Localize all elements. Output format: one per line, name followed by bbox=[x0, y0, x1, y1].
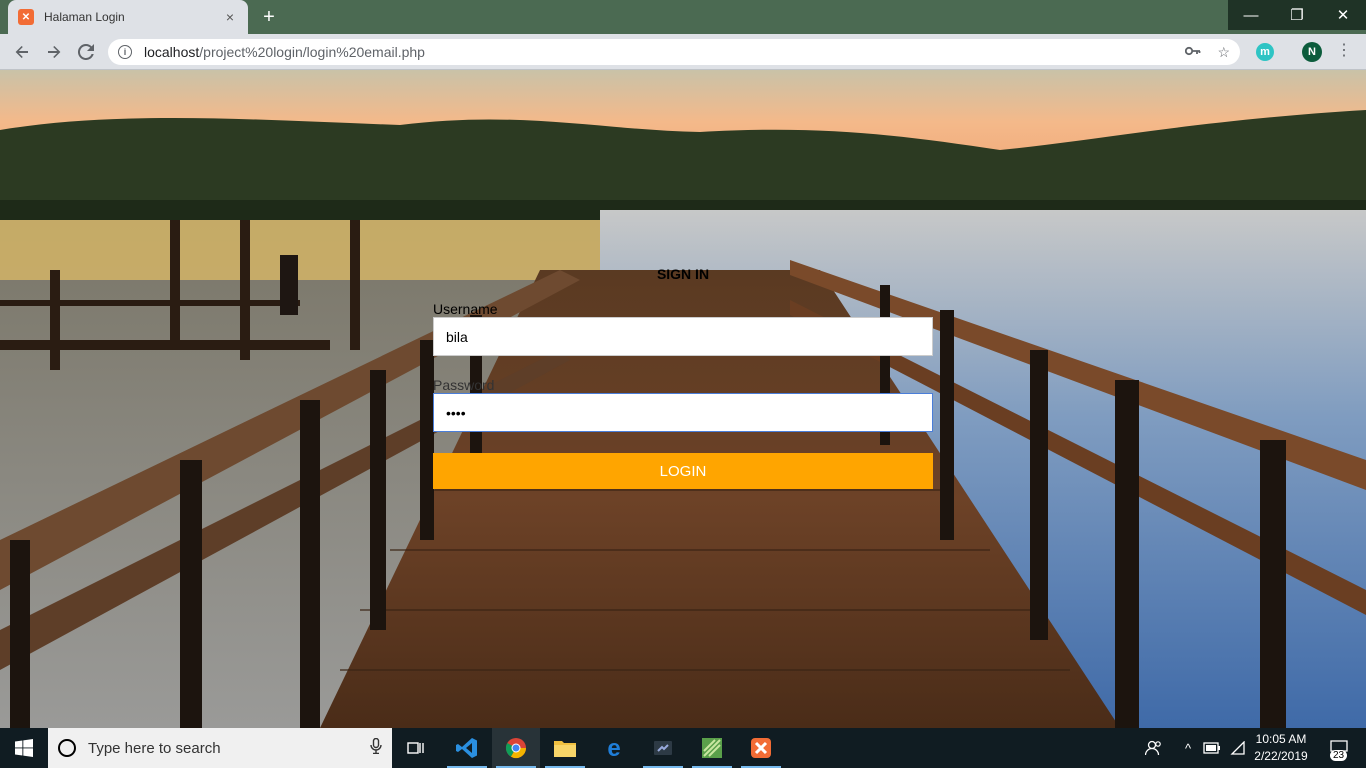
clock-time: 10:05 AM bbox=[1255, 732, 1307, 746]
reload-icon[interactable] bbox=[74, 40, 98, 64]
close-window-button[interactable]: ✕ bbox=[1320, 0, 1366, 30]
xampp-favicon-icon: ✕ bbox=[18, 9, 34, 25]
url-path: /project%20login/login%20email.php bbox=[199, 44, 425, 60]
menu-kebab-icon[interactable]: ⋮ bbox=[1336, 40, 1352, 60]
password-label: Password bbox=[433, 377, 495, 393]
tab-close-icon[interactable]: × bbox=[222, 9, 238, 25]
action-center-icon[interactable] bbox=[1316, 728, 1362, 768]
search-placeholder: Type here to search bbox=[88, 739, 221, 757]
forward-arrow-icon[interactable] bbox=[42, 40, 66, 64]
windows-logo-icon bbox=[15, 739, 33, 757]
site-info-icon[interactable]: i bbox=[118, 45, 132, 59]
dev-tool-icon[interactable] bbox=[639, 728, 687, 768]
restore-button[interactable]: ❐ bbox=[1274, 0, 1320, 30]
url-text[interactable]: localhost/project%20login/login%20email.… bbox=[144, 44, 1169, 60]
cortana-circle-icon bbox=[58, 739, 76, 757]
browser-titlebar: ✕ Halaman Login × + — ❐ ✕ bbox=[0, 0, 1366, 34]
signin-title: SIGN IN bbox=[656, 266, 710, 282]
svg-text:e: e bbox=[607, 737, 620, 759]
vscode-icon[interactable] bbox=[443, 728, 491, 768]
chrome-icon[interactable] bbox=[492, 728, 540, 768]
page-content: SIGN IN Username Password LOGIN bbox=[0, 70, 1366, 728]
edge-icon[interactable]: e bbox=[590, 728, 638, 768]
file-explorer-icon[interactable] bbox=[541, 728, 589, 768]
tab-title: Halaman Login bbox=[44, 10, 125, 24]
minimize-button[interactable]: — bbox=[1228, 0, 1274, 30]
xampp-icon[interactable] bbox=[737, 728, 785, 768]
password-input[interactable] bbox=[433, 393, 933, 432]
new-tab-button[interactable]: + bbox=[256, 4, 282, 30]
taskbar-search[interactable]: Type here to search bbox=[48, 728, 392, 768]
start-button[interactable] bbox=[0, 728, 48, 768]
microphone-icon[interactable] bbox=[370, 737, 382, 758]
notification-count-badge: 23 bbox=[1330, 750, 1348, 761]
task-view-icon[interactable] bbox=[392, 728, 440, 768]
profile-avatar[interactable]: N bbox=[1302, 42, 1322, 62]
bookmark-star-icon[interactable]: ☆ bbox=[1217, 44, 1230, 61]
username-input[interactable] bbox=[433, 317, 933, 356]
url-host: localhost bbox=[144, 44, 200, 60]
chevron-up-icon[interactable]: ^ bbox=[1178, 728, 1198, 768]
clock-date: 2/22/2019 bbox=[1254, 749, 1308, 763]
battery-icon[interactable] bbox=[1200, 728, 1224, 768]
username-label: Username bbox=[433, 301, 498, 317]
browser-tab[interactable]: ✕ Halaman Login × bbox=[8, 0, 248, 34]
people-icon[interactable] bbox=[1142, 728, 1166, 768]
system-clock[interactable]: 10:05 AM 2/22/2019 bbox=[1246, 731, 1316, 765]
sublime-icon[interactable] bbox=[688, 728, 736, 768]
key-icon[interactable] bbox=[1185, 44, 1201, 60]
extension-icon[interactable]: m bbox=[1256, 43, 1274, 61]
back-arrow-icon[interactable] bbox=[10, 40, 34, 64]
address-bar[interactable]: i localhost/project%20login/login%20emai… bbox=[108, 39, 1240, 65]
windows-taskbar: Type here to search e ^ 10:05 AM 2/22/20… bbox=[0, 728, 1366, 768]
browser-toolbar: i localhost/project%20login/login%20emai… bbox=[0, 34, 1366, 70]
login-button[interactable]: LOGIN bbox=[433, 453, 933, 489]
